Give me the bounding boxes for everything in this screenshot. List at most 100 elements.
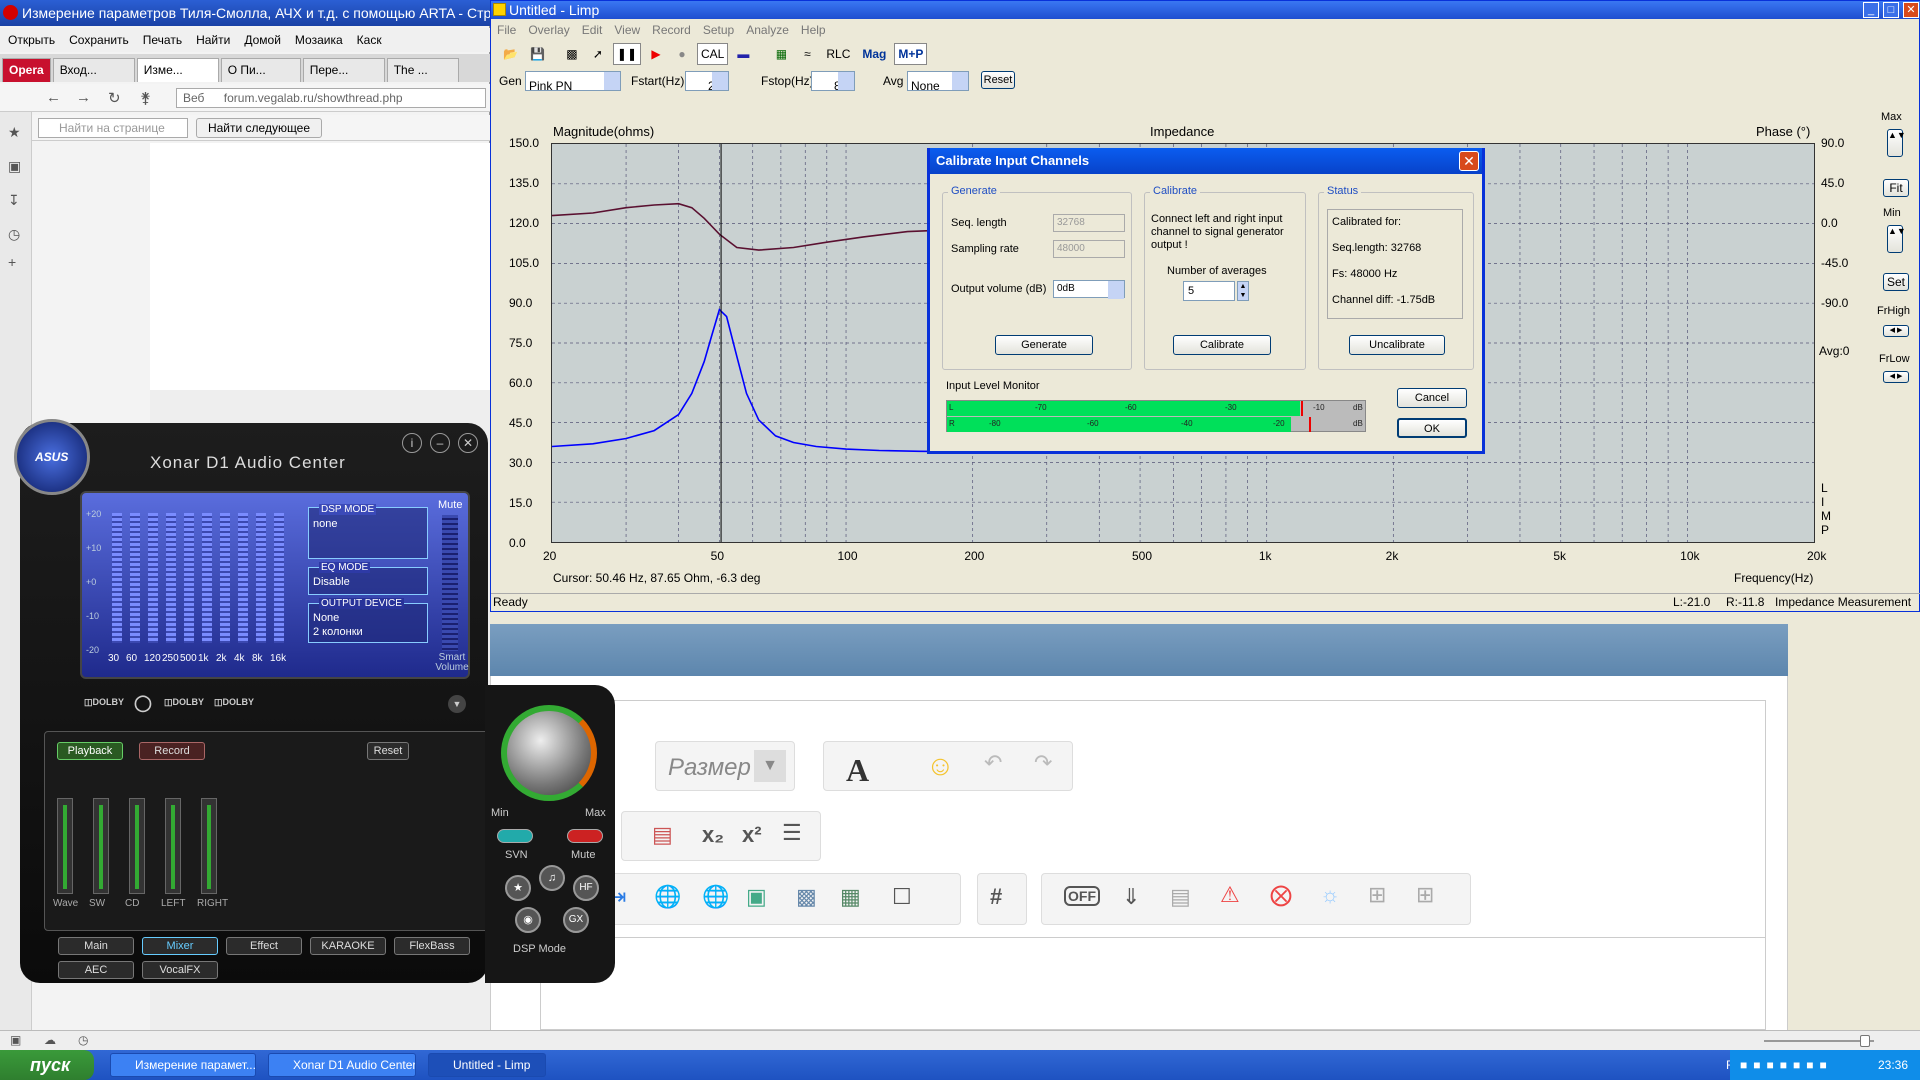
bookmarks-icon[interactable]: ★	[8, 124, 24, 140]
fader-cd[interactable]	[129, 798, 145, 894]
back-icon[interactable]: ←	[46, 89, 61, 106]
wave-icon[interactable]: ≈	[796, 43, 818, 65]
mag-button[interactable]: Mag	[858, 43, 890, 65]
reset-button[interactable]: Reset	[981, 71, 1015, 89]
tab-measure[interactable]: Изме...	[136, 58, 219, 82]
maximize-icon[interactable]: □	[1883, 2, 1899, 18]
cancel-button[interactable]: Cancel	[1397, 388, 1467, 408]
eq-band-bar[interactable]	[184, 513, 194, 643]
downloads-icon[interactable]: ↧	[8, 192, 24, 208]
add-panel-icon[interactable]: +	[8, 254, 24, 270]
eq-band-bar[interactable]	[256, 513, 266, 643]
zoom-thumb[interactable]	[1860, 1035, 1870, 1047]
volume-knob[interactable]	[501, 705, 597, 801]
menu-view[interactable]: View	[614, 23, 640, 37]
eq-band-bar[interactable]	[130, 513, 140, 643]
cal-button[interactable]: CAL	[697, 43, 729, 65]
fader-sw[interactable]	[93, 798, 109, 894]
forum-text-area[interactable]	[541, 937, 1765, 1029]
xonar-tab-main[interactable]: Main	[58, 937, 134, 955]
xonar-minimize-icon[interactable]: –	[430, 433, 450, 453]
min-spinner[interactable]: ▲▼	[1887, 225, 1906, 253]
xonar-tab-vocalfx[interactable]: VocalFX	[142, 961, 218, 979]
outvol-select[interactable]: 0dB	[1053, 280, 1125, 299]
info-icon[interactable]: i	[402, 433, 422, 453]
menu-mosaic[interactable]: Мозаика	[295, 33, 343, 47]
image-icon[interactable]: ▣	[746, 884, 767, 910]
menu-file[interactable]: File	[497, 23, 516, 37]
add-icon[interactable]: ⊞	[1416, 882, 1434, 908]
expand-icon[interactable]: ▼	[448, 695, 466, 713]
uncalibrate-button[interactable]: Uncalibrate	[1349, 335, 1445, 355]
record-button[interactable]: Record	[139, 742, 205, 760]
dsp-music-icon[interactable]: ♫	[539, 865, 565, 891]
find-next-button[interactable]: Найти следующее	[196, 118, 322, 138]
playback-button[interactable]: Playback	[57, 742, 123, 760]
eq-band-bar[interactable]	[166, 513, 176, 643]
minimize-icon[interactable]: _	[1863, 2, 1879, 18]
video-icon[interactable]: ▦	[840, 884, 861, 910]
unlink-icon[interactable]: 🌐	[702, 884, 729, 910]
eq-band-bar[interactable]	[274, 513, 284, 643]
fit-button[interactable]: Fit	[1883, 179, 1909, 197]
fader-left[interactable]	[165, 798, 181, 894]
eq-mode-box[interactable]: EQ MODE Disable	[308, 562, 428, 595]
navg-spinner[interactable]: ▲ ▼	[1237, 281, 1249, 301]
expand-icon[interactable]: ⊞	[1368, 882, 1386, 908]
eq-band-bar[interactable]	[220, 513, 230, 643]
smart-volume-label[interactable]: Smart Volume	[432, 653, 472, 673]
tab-about[interactable]: О Пи...	[220, 58, 301, 82]
error-icon[interactable]: ⨂	[1270, 882, 1292, 908]
zoom-slider[interactable]	[1764, 1040, 1874, 1042]
pause-icon[interactable]: ❚❚	[612, 43, 642, 65]
undo-icon[interactable]: ↶	[984, 750, 1002, 776]
eq-band-bar[interactable]	[202, 513, 212, 643]
rate-field[interactable]: 48000	[1053, 240, 1125, 258]
hash-icon[interactable]: #	[990, 884, 1002, 910]
grid-icon[interactable]: ▦	[770, 43, 792, 65]
svn-toggle[interactable]	[497, 829, 533, 843]
mixer-reset-button[interactable]: Reset	[367, 742, 409, 760]
mp-button[interactable]: M+P	[894, 43, 928, 65]
url-field[interactable]: Веб forum.vegalab.ru/showthread.php	[176, 88, 486, 108]
eq-band-bar[interactable]	[112, 513, 122, 643]
paste-icon[interactable]: ▤	[652, 822, 673, 848]
menu-print[interactable]: Печать	[143, 33, 182, 47]
max-spinner[interactable]: ▲▼	[1887, 129, 1906, 157]
mute-label[interactable]: Mute	[438, 499, 462, 511]
redo-icon[interactable]: ↷	[1034, 750, 1052, 776]
output-device-box[interactable]: OUTPUT DEVICE None 2 колонки	[308, 598, 428, 643]
start-button[interactable]: пуск	[0, 1050, 94, 1080]
link-icon[interactable]: 🌐	[654, 884, 681, 910]
xonar-tab-flexbass[interactable]: FlexBass	[394, 937, 470, 955]
panel-toggle-icon[interactable]: ▣	[10, 1033, 21, 1047]
menu-save[interactable]: Сохранить	[69, 33, 129, 47]
dsp-game-icon[interactable]: ◉	[515, 907, 541, 933]
play-icon[interactable]: ▶	[645, 43, 667, 65]
off-icon[interactable]: OFF	[1064, 886, 1100, 906]
fstop-input[interactable]: 800	[811, 71, 855, 93]
tab-the[interactable]: The ...	[386, 58, 459, 82]
mute-toggle[interactable]	[567, 829, 603, 843]
menu-overlay[interactable]: Overlay	[528, 23, 569, 37]
seq-field[interactable]: 32768	[1053, 214, 1125, 232]
eq-band-bar[interactable]	[238, 513, 248, 643]
stop-icon[interactable]: ●	[671, 43, 693, 65]
fader-wave[interactable]	[57, 798, 73, 894]
menu-edit[interactable]: Edit	[582, 23, 603, 37]
menu-setup[interactable]: Setup	[703, 23, 734, 37]
xonar-tab-mixer[interactable]: Mixer	[142, 937, 218, 955]
menu-cascade[interactable]: Каск	[357, 33, 382, 47]
quote-icon[interactable]: ☐	[892, 884, 912, 910]
open-icon[interactable]: 📂	[499, 43, 522, 65]
fstart-input[interactable]: 20	[685, 71, 729, 93]
clipboard-icon[interactable]: ▤	[1170, 884, 1191, 910]
align-icon[interactable]: ☰	[782, 820, 802, 846]
xonar-close-icon[interactable]: ✕	[458, 433, 478, 453]
tab-login[interactable]: Вход...	[52, 58, 135, 82]
reload-icon[interactable]: ↻	[108, 89, 121, 107]
gen-select[interactable]: Pink PN	[525, 71, 621, 93]
key-icon[interactable]: ⚵	[140, 89, 151, 107]
menu-find[interactable]: Найти	[196, 33, 230, 47]
warning-icon[interactable]: ⚠	[1220, 882, 1240, 908]
